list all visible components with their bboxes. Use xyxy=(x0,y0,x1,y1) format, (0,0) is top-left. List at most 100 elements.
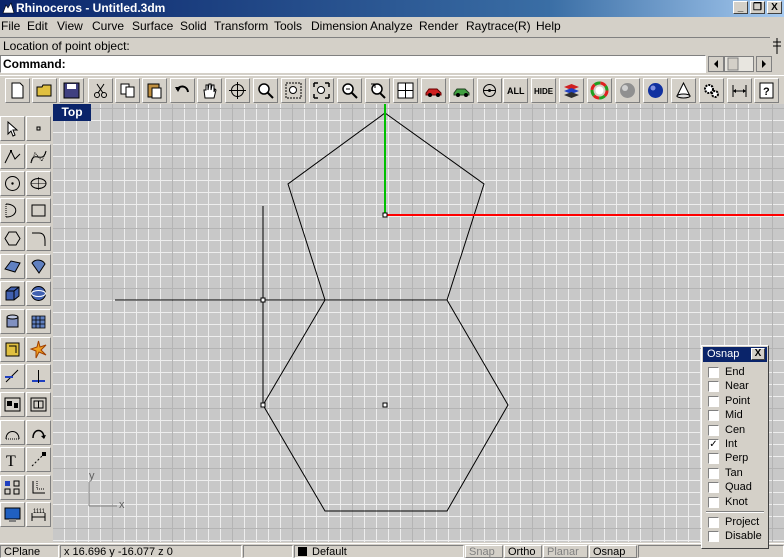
rotate-view-button[interactable] xyxy=(225,78,250,103)
layer-pane[interactable]: Default xyxy=(294,545,464,558)
osnap-option-quad[interactable]: Quad xyxy=(708,481,752,495)
light-button[interactable] xyxy=(671,78,696,103)
pan-button[interactable] xyxy=(197,78,222,103)
rotate-button[interactable] xyxy=(26,420,51,445)
zoom-extents-button[interactable] xyxy=(309,78,334,103)
osnap-checkbox-quad[interactable] xyxy=(708,482,719,494)
offset-button[interactable] xyxy=(26,475,51,500)
zoom-button[interactable] xyxy=(253,78,278,103)
bend-button[interactable] xyxy=(0,420,25,445)
trim-button[interactable] xyxy=(0,364,25,389)
osnap-option-disable[interactable]: Disable xyxy=(708,530,762,544)
zoom-selected-button[interactable] xyxy=(337,78,362,103)
polygon-button[interactable] xyxy=(0,226,25,251)
array-button[interactable] xyxy=(0,475,25,500)
ellipse-button[interactable] xyxy=(26,171,51,196)
arc-button[interactable] xyxy=(0,198,25,223)
save-button[interactable] xyxy=(59,78,84,103)
menu-help[interactable]: Help xyxy=(536,19,561,34)
osnap-option-cen[interactable]: Cen xyxy=(708,424,745,438)
osnap-option-perp[interactable]: Perp xyxy=(708,452,748,466)
menu-transform[interactable]: Transform xyxy=(214,19,268,34)
edit-points-button[interactable] xyxy=(0,337,25,362)
osnap-checkbox-mid[interactable] xyxy=(708,410,719,422)
hide-button[interactable]: HIDE xyxy=(531,78,556,103)
osnap-checkbox-knot[interactable] xyxy=(708,496,719,508)
color-button[interactable] xyxy=(587,78,612,103)
zoom-window-button[interactable] xyxy=(281,78,306,103)
osnap-checkbox-end[interactable] xyxy=(708,367,719,378)
undo-button[interactable] xyxy=(170,78,195,103)
environment-button[interactable] xyxy=(643,78,668,103)
osnap-checkbox-cen[interactable] xyxy=(708,424,719,436)
osnap-option-int[interactable]: ✓ Int xyxy=(708,438,737,452)
copy-button[interactable] xyxy=(115,78,140,103)
material-button[interactable] xyxy=(615,78,640,103)
curve-point-button[interactable] xyxy=(477,78,502,103)
menu-analyze[interactable]: Analyze xyxy=(370,19,413,34)
revolve-button[interactable] xyxy=(26,254,51,279)
point-button[interactable] xyxy=(26,116,51,141)
help-button[interactable]: ? xyxy=(754,78,779,103)
command-scroll-track[interactable] xyxy=(724,56,754,72)
text-button[interactable]: T xyxy=(0,447,25,472)
paste-button[interactable] xyxy=(142,78,167,103)
viewport-title[interactable]: Top xyxy=(53,104,91,121)
menu-dimension[interactable]: Dimension xyxy=(311,19,368,34)
osnap-checkbox-project[interactable] xyxy=(708,517,719,528)
block-button[interactable] xyxy=(26,392,51,417)
menu-solid[interactable]: Solid xyxy=(180,19,207,34)
split-button[interactable] xyxy=(26,364,51,389)
top-viewport[interactable]: Top y x xyxy=(53,104,784,542)
menu-curve[interactable]: Curve xyxy=(92,19,124,34)
new-button[interactable] xyxy=(5,78,30,103)
menu-render[interactable]: Render xyxy=(419,19,458,34)
osnap-checkbox-near[interactable] xyxy=(708,381,719,393)
osnap-checkbox-disable[interactable] xyxy=(708,531,719,543)
select-button[interactable] xyxy=(0,116,25,141)
restore-button[interactable]: ❐ xyxy=(750,1,765,14)
command-line[interactable]: Command: xyxy=(0,55,706,73)
planar-toggle[interactable]: Planar xyxy=(543,545,588,558)
dimension-tool-button[interactable]: 1111 xyxy=(26,502,51,527)
osnap-option-point[interactable]: Point xyxy=(708,395,750,409)
command-scroll-left[interactable] xyxy=(708,56,724,72)
osnap-close-button[interactable]: X xyxy=(751,348,765,360)
osnap-toggle[interactable]: Osnap xyxy=(589,545,637,558)
osnap-option-end[interactable]: End xyxy=(708,366,745,380)
polyline-button[interactable] xyxy=(0,144,25,169)
command-area-splitter[interactable] xyxy=(770,37,784,55)
osnap-option-tan[interactable]: Tan xyxy=(708,467,743,481)
osnap-checkbox-int[interactable]: ✓ xyxy=(708,439,719,450)
osnap-option-mid[interactable]: Mid xyxy=(708,409,743,423)
analyze-button[interactable] xyxy=(0,502,25,527)
rectangle-button[interactable] xyxy=(26,198,51,223)
render-preview-button[interactable] xyxy=(449,78,474,103)
box-button[interactable] xyxy=(0,281,25,306)
minimize-button[interactable]: _ xyxy=(733,1,748,14)
circle-button[interactable] xyxy=(0,171,25,196)
cylinder-button[interactable] xyxy=(0,309,25,334)
scale-button[interactable] xyxy=(26,447,51,472)
cut-button[interactable] xyxy=(88,78,113,103)
open-button[interactable] xyxy=(32,78,57,103)
sphere-button[interactable] xyxy=(26,281,51,306)
close-button[interactable]: X xyxy=(767,1,782,14)
osnap-checkbox-perp[interactable] xyxy=(708,453,719,465)
menu-tools[interactable]: Tools xyxy=(274,19,302,34)
menu-surface[interactable]: Surface xyxy=(132,19,173,34)
osnap-title-bar[interactable]: Osnap X xyxy=(703,347,767,362)
curve-button[interactable] xyxy=(26,144,51,169)
command-scroll-right[interactable] xyxy=(756,56,772,72)
shaded-view-button[interactable] xyxy=(421,78,446,103)
options-button[interactable] xyxy=(699,78,724,103)
osnap-option-project[interactable]: Project xyxy=(708,516,759,530)
osnap-option-knot[interactable]: Knot xyxy=(708,496,748,510)
undo-view-button[interactable] xyxy=(365,78,390,103)
four-viewports-button[interactable] xyxy=(393,78,418,103)
osnap-option-near[interactable]: Near xyxy=(708,380,749,394)
group-button[interactable] xyxy=(0,392,25,417)
layers-button[interactable] xyxy=(559,78,584,103)
ortho-toggle[interactable]: Ortho xyxy=(504,545,542,558)
osnap-checkbox-tan[interactable] xyxy=(708,467,719,479)
